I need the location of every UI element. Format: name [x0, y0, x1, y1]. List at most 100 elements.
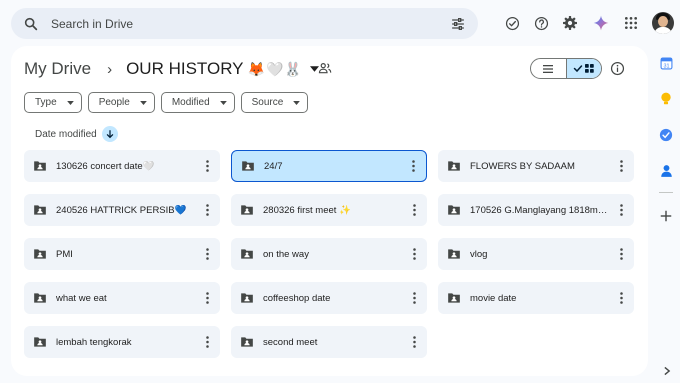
chevron-right-icon[interactable]: [663, 366, 671, 376]
folder-name: movie date: [470, 292, 517, 304]
info-icon[interactable]: [610, 61, 625, 76]
shared-folder-icon: [241, 337, 253, 347]
more-options-icon[interactable]: [200, 203, 214, 217]
settings-icon[interactable]: [561, 14, 579, 32]
filter-type[interactable]: Type: [24, 92, 82, 113]
dropdown-arrow-icon: [219, 99, 227, 106]
more-options-icon[interactable]: [200, 291, 214, 305]
shared-folder-icon: [241, 249, 253, 259]
gemini-icon[interactable]: [592, 14, 610, 32]
search-options-icon[interactable]: [450, 16, 466, 32]
filter-people[interactable]: People: [87, 92, 155, 113]
shared-folder-icon: [34, 337, 46, 347]
search-input[interactable]: Search in Drive: [51, 17, 450, 31]
more-options-icon[interactable]: [407, 203, 421, 217]
folder-card[interactable]: 280326 first meet ✨: [231, 194, 427, 226]
offline-status-icon[interactable]: [503, 14, 521, 32]
folder-name: lembah tengkorak: [56, 336, 132, 348]
filter-source[interactable]: Source: [240, 92, 309, 113]
more-options-icon[interactable]: [614, 247, 628, 261]
more-options-icon[interactable]: [406, 159, 420, 173]
more-options-icon[interactable]: [614, 203, 628, 217]
folder-card[interactable]: FLOWERS BY SADAAM: [438, 150, 634, 182]
list-icon: [543, 64, 554, 73]
filter-label: Source: [251, 97, 284, 108]
folder-grid: 130626 concert date🤍 24/7 FLOWERS BY SADAA…: [24, 150, 635, 358]
shared-folder-icon: [448, 161, 460, 171]
folder-card[interactable]: lembah tengkorak: [24, 326, 220, 358]
folder-card[interactable]: 130626 concert date🤍: [24, 150, 220, 182]
folder-name: 170526 G.Manglayang 1818md…: [470, 204, 610, 216]
breadcrumb-my-drive[interactable]: My Drive: [24, 59, 91, 79]
sort-direction-button[interactable]: [101, 126, 118, 142]
dropdown-arrow-icon: [139, 99, 147, 106]
add-icon[interactable]: [659, 209, 673, 223]
tasks-icon[interactable]: [659, 128, 673, 142]
grid-view-button[interactable]: [565, 59, 601, 78]
shared-folder-icon: [241, 205, 253, 215]
side-panel-divider: [659, 192, 673, 193]
folder-name: 280326 first meet ✨: [263, 204, 351, 216]
apps-grid-icon[interactable]: [622, 14, 640, 32]
side-panel: 31: [656, 56, 676, 245]
shared-folder-icon: [34, 249, 46, 259]
more-options-icon[interactable]: [200, 247, 214, 261]
folder-card[interactable]: what we eat: [24, 282, 220, 314]
search-bar[interactable]: Search in Drive: [11, 8, 478, 39]
help-icon[interactable]: [532, 14, 550, 32]
folder-name: what we eat: [56, 292, 107, 304]
folder-card[interactable]: 24/7: [231, 150, 427, 182]
folder-name: 24/7: [264, 160, 283, 172]
view-toggle: [530, 58, 602, 79]
folder-name: FLOWERS BY SADAAM: [470, 160, 575, 172]
keep-icon[interactable]: [659, 92, 673, 106]
folder-card[interactable]: coffeeshop date: [231, 282, 427, 314]
breadcrumb-emoji: 🦊🤍🐰: [247, 60, 303, 77]
svg-text:31: 31: [663, 63, 669, 69]
folder-card[interactable]: second meet: [231, 326, 427, 358]
more-options-icon[interactable]: [407, 291, 421, 305]
folder-card[interactable]: 170526 G.Manglayang 1818md…: [438, 194, 634, 226]
folder-card[interactable]: movie date: [438, 282, 634, 314]
shared-folder-icon: [242, 161, 254, 171]
more-options-icon[interactable]: [407, 247, 421, 261]
breadcrumb: My Drive › OUR HISTORY 🦊🤍🐰: [24, 58, 320, 80]
avatar-body: [654, 27, 672, 34]
sort-row: Date modified: [35, 126, 118, 142]
folder-card[interactable]: on the way: [231, 238, 427, 270]
filter-modified[interactable]: Modified: [160, 92, 235, 113]
grid-check-icon: [573, 64, 594, 73]
more-options-icon[interactable]: [614, 159, 628, 173]
account-avatar[interactable]: [652, 12, 674, 34]
more-options-icon[interactable]: [200, 335, 214, 349]
breadcrumb-current-folder[interactable]: OUR HISTORY: [126, 59, 243, 79]
more-options-icon[interactable]: [407, 335, 421, 349]
filter-label: Type: [35, 97, 57, 108]
breadcrumb-separator: ›: [107, 60, 113, 78]
shared-folder-icon: [448, 293, 460, 303]
shared-folder-icon: [448, 205, 460, 215]
folder-name: 130626 concert date🤍: [56, 160, 155, 172]
list-view-button[interactable]: [531, 59, 566, 78]
calendar-icon[interactable]: 31: [659, 56, 673, 70]
shared-folder-icon: [448, 249, 460, 259]
dropdown-arrow-icon: [66, 99, 74, 106]
shared-folder-icon: [241, 293, 253, 303]
folder-card[interactable]: vlog: [438, 238, 634, 270]
shared-folder-icon: [34, 205, 46, 215]
folder-name: 240526 HATTRICK PERSIB💙: [56, 204, 187, 216]
avatar-face: [658, 16, 668, 27]
arrow-down-icon: [106, 130, 114, 139]
more-options-icon[interactable]: [200, 159, 214, 173]
contacts-icon[interactable]: [659, 164, 673, 178]
shared-folder-icon[interactable]: [318, 61, 332, 75]
shared-folder-icon: [34, 161, 46, 171]
search-icon: [24, 17, 38, 30]
folder-name: on the way: [263, 248, 309, 260]
folder-card[interactable]: 240526 HATTRICK PERSIB💙: [24, 194, 220, 226]
more-options-icon[interactable]: [614, 291, 628, 305]
folder-card[interactable]: PMI: [24, 238, 220, 270]
folder-name: PMI: [56, 248, 73, 260]
folder-name: second meet: [263, 336, 318, 348]
sort-label[interactable]: Date modified: [35, 129, 97, 140]
